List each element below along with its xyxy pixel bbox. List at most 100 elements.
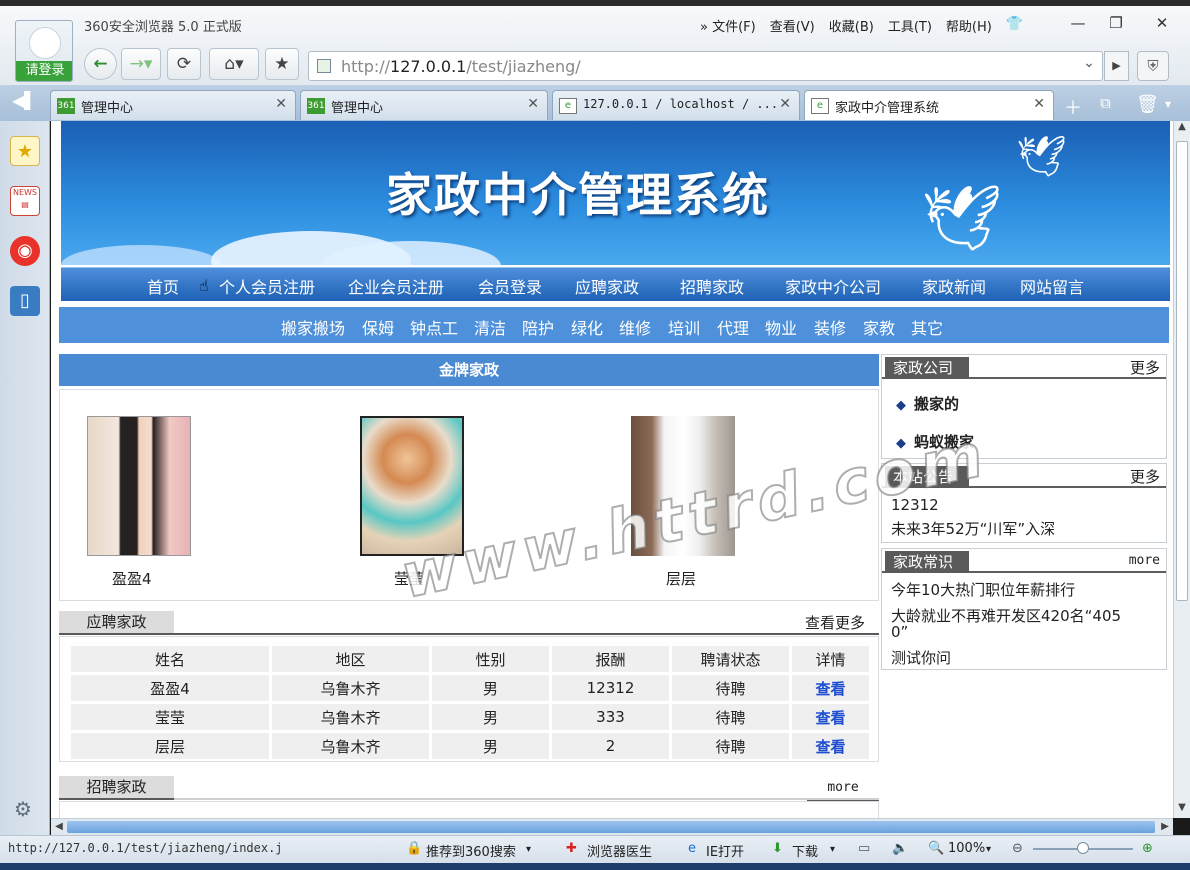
nav-agencies[interactable]: 家政中介公司 (785, 274, 881, 298)
window-icon[interactable]: ▭ (858, 841, 870, 856)
gear-icon[interactable]: ⚙ (14, 797, 32, 821)
nav-recruit[interactable]: 招聘家政 (680, 274, 744, 298)
person-photo[interactable] (631, 416, 735, 556)
tab-history-icon[interactable]: ◀▌ (12, 91, 37, 110)
home-button[interactable]: ⌂▾ (209, 48, 259, 80)
company-item[interactable]: ◆ 蚂蚁搬家 (896, 431, 974, 452)
company-item[interactable]: ◆ 搬家的 (896, 393, 959, 414)
chevron-down-icon[interactable]: ▾ (1165, 97, 1171, 111)
cat-tutor[interactable]: 家教 (863, 315, 895, 339)
chevron-down-icon[interactable]: ▾ (526, 844, 531, 855)
cat-repair[interactable]: 维修 (619, 315, 651, 339)
scroll-down-icon[interactable]: ▼ (1174, 802, 1190, 818)
gold-card[interactable] (631, 416, 736, 556)
nav-personal-register[interactable]: 个人会员注册 (219, 274, 315, 298)
hscroll-thumb[interactable] (67, 821, 1155, 833)
cat-care[interactable]: 陪护 (522, 315, 554, 339)
cat-greening[interactable]: 绿化 (571, 315, 603, 339)
tab-3[interactable]: e 127.0.0.1 / localhost / ... ✕ (552, 90, 800, 120)
cat-decoration[interactable]: 装修 (814, 315, 846, 339)
gold-card[interactable] (360, 416, 465, 556)
person-name[interactable]: 盈盈4 (112, 568, 232, 589)
news-icon[interactable]: NEWS ▤ (10, 186, 40, 216)
nav-member-login[interactable]: 会员登录 (478, 274, 542, 298)
menu-file[interactable]: » 文件(F) (700, 16, 756, 35)
browser-doctor-button[interactable]: 浏览器医生 (587, 841, 652, 860)
zoom-in-icon[interactable]: ⊕ (1142, 841, 1153, 856)
go-button[interactable]: ▶ (1104, 51, 1129, 81)
zoom-out-icon[interactable]: ⊖ (1012, 841, 1023, 856)
cat-property[interactable]: 物业 (765, 315, 797, 339)
cat-moving[interactable]: 搬家搬场 (281, 315, 345, 339)
gold-card[interactable] (87, 416, 192, 556)
zoom-level[interactable]: 100% (948, 841, 985, 856)
tab-1[interactable]: 361 管理中心 ✕ (50, 90, 296, 120)
close-icon[interactable]: ✕ (1033, 96, 1045, 112)
user-avatar[interactable]: 请登录 (15, 20, 73, 82)
close-icon[interactable]: ✕ (779, 96, 791, 112)
new-tab-icon[interactable]: ＋ (1064, 94, 1082, 120)
ie-open-button[interactable]: IE打开 (706, 841, 744, 860)
tab-list-icon[interactable]: ⧉ (1100, 94, 1111, 112)
knowledge-item[interactable]: 测试你问 (891, 647, 951, 668)
close-icon[interactable]: ✕ (275, 96, 287, 112)
nav-news[interactable]: 家政新闻 (922, 274, 986, 298)
cat-other[interactable]: 其它 (911, 315, 943, 339)
weibo-icon[interactable]: ◉ (10, 236, 40, 266)
cat-training[interactable]: 培训 (668, 315, 700, 339)
knowledge-item[interactable]: 今年10大热门职位年薪排行 (891, 579, 1075, 600)
trash-icon[interactable]: 🗑 (1136, 94, 1159, 115)
download-button[interactable]: 下载 (792, 841, 818, 860)
cat-agency[interactable]: 代理 (717, 315, 749, 339)
tab-2[interactable]: 361 管理中心 ✕ (300, 90, 548, 120)
vertical-scrollbar[interactable]: ▲ ▼ (1173, 121, 1190, 818)
menu-favorites[interactable]: 收藏(B) (829, 16, 874, 35)
person-photo[interactable] (360, 416, 464, 556)
nav-jobseekers[interactable]: 应聘家政 (575, 274, 639, 298)
chevron-down-icon[interactable]: ▾ (830, 844, 835, 855)
speaker-icon[interactable]: 🔈 (892, 841, 908, 856)
close-icon[interactable]: ✕ (527, 96, 539, 112)
person-name[interactable]: 层层 (666, 568, 786, 589)
phone-icon[interactable]: ▯ (10, 286, 40, 316)
zoom-slider-knob[interactable] (1077, 842, 1089, 854)
back-button[interactable]: ← (84, 48, 117, 80)
zoom-icon[interactable]: 🔍 (928, 841, 944, 856)
forward-button[interactable]: →▾ (121, 48, 161, 80)
favorite-star-button[interactable]: ★ (265, 48, 299, 80)
minimize-button[interactable]: — (1060, 12, 1096, 34)
knowledge-item[interactable]: 大龄就业不再难开发区420名“405 (891, 605, 1121, 626)
skin-icon[interactable]: 👕 (1006, 16, 1024, 32)
recruit-more-link[interactable]: more (807, 780, 879, 802)
favorites-icon[interactable]: ★ (10, 136, 40, 166)
refresh-button[interactable]: ⟳ (167, 48, 201, 80)
chevron-down-icon[interactable]: ▾ (986, 844, 991, 855)
cat-hourly[interactable]: 钟点工 (410, 315, 458, 339)
notices-more-link[interactable]: 更多 (1130, 466, 1160, 487)
shield-icon[interactable]: ⛨ (1137, 51, 1169, 81)
cat-nanny[interactable]: 保姆 (362, 315, 394, 339)
jobseekers-more-link[interactable]: 查看更多 (805, 612, 865, 633)
nav-home[interactable]: 首页 (147, 274, 179, 298)
maximize-button[interactable]: ❐ (1098, 12, 1134, 34)
recommend-button[interactable]: 推荐到360搜索 (426, 841, 516, 860)
chevron-down-icon[interactable]: ⌄ (1078, 55, 1100, 71)
menu-view[interactable]: 查看(V) (770, 16, 815, 35)
zoom-slider[interactable] (1033, 842, 1133, 854)
view-link[interactable]: 查看 (792, 704, 869, 730)
scroll-thumb[interactable] (1176, 141, 1188, 601)
menu-help[interactable]: 帮助(H) (946, 16, 992, 35)
cat-cleaning[interactable]: 清洁 (474, 315, 506, 339)
scroll-up-icon[interactable]: ▲ (1174, 121, 1190, 137)
companies-more-link[interactable]: 更多 (1130, 357, 1160, 378)
notice-item[interactable]: 12312 (891, 496, 939, 514)
address-bar[interactable]: http://127.0.0.1/test/jiazheng/ ⌄ (308, 51, 1103, 81)
scroll-right-icon[interactable]: ▶ (1157, 819, 1173, 835)
menu-tools[interactable]: 工具(T) (888, 16, 932, 35)
nav-company-register[interactable]: 企业会员注册 (348, 274, 444, 298)
person-name[interactable]: 莹莹 (394, 568, 514, 589)
knowledge-more-link[interactable]: more (1129, 553, 1160, 568)
nav-guestbook[interactable]: 网站留言 (1020, 274, 1084, 298)
login-button[interactable]: 请登录 (16, 61, 72, 81)
horizontal-scrollbar[interactable]: ◀ ▶ (51, 818, 1173, 835)
